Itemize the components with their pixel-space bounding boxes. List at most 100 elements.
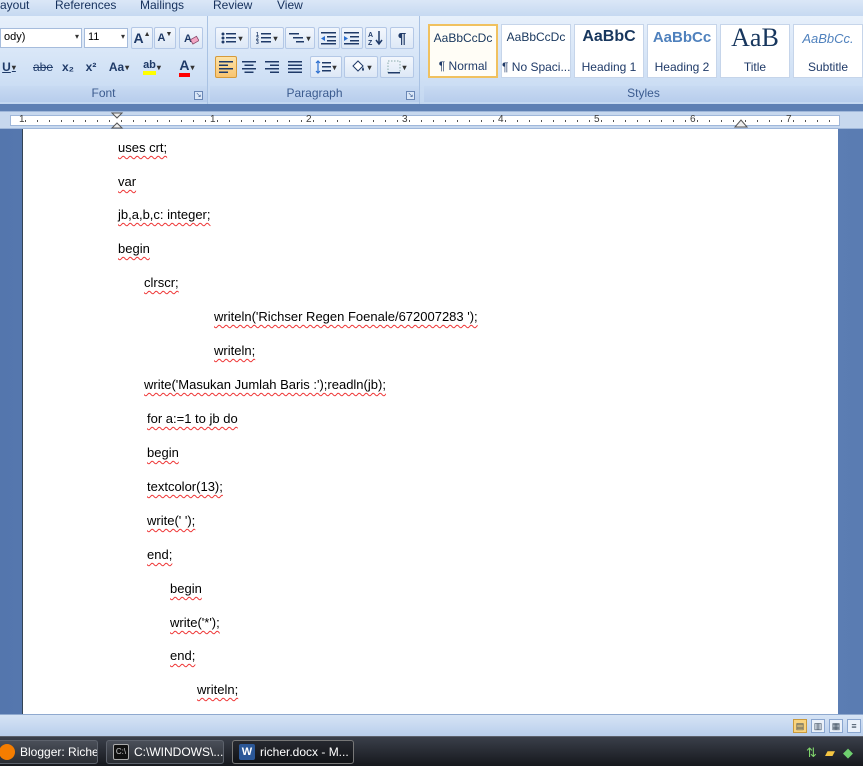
ruler-tick	[421, 120, 422, 122]
taskbar-item-word[interactable]: W richer.docx - M...	[232, 740, 354, 764]
align-right-button[interactable]	[261, 56, 283, 78]
tab-review[interactable]: Review	[213, 0, 252, 12]
font-color-button[interactable]: A ▾	[170, 56, 204, 78]
sort-button[interactable]: AZ	[365, 27, 387, 49]
ruler-tick	[193, 120, 194, 122]
style-no-spacing[interactable]: AaBbCcDc ¶ No Spaci...	[501, 24, 571, 78]
align-center-icon	[242, 61, 256, 73]
document-page[interactable]: uses crt; var jb,a,b,c: integer; begin c…	[22, 129, 838, 714]
full-screen-reading-view-icon[interactable]: ▥	[811, 719, 825, 733]
taskbar-item-blogger[interactable]: Blogger: Riche...	[0, 740, 98, 764]
ruler-tick	[589, 120, 590, 122]
indent-marker-icon[interactable]	[110, 112, 124, 130]
code-line: write('*');	[170, 615, 220, 630]
code-line: writeln('Richser Regen Foenale/672007283…	[214, 309, 478, 324]
ribbon-tab-bar: ayout References Mailings Review View	[0, 0, 863, 16]
ruler-tick	[541, 120, 542, 122]
ruler-bar: 1 1 2 3 4 5 6 7	[10, 114, 840, 126]
ruler-tick	[217, 120, 218, 122]
code-line: begin	[170, 581, 202, 596]
ruler-tick	[25, 120, 26, 122]
horizontal-ruler[interactable]: 1 1 2 3 4 5 6 7	[0, 111, 863, 129]
borders-button[interactable]: ▾	[380, 56, 414, 78]
right-indent-marker-icon[interactable]	[734, 116, 748, 128]
taskbar: Blogger: Riche... C:\ C:\WINDOWS\... W r…	[0, 736, 863, 766]
shrink-font-button[interactable]: A ▼	[154, 27, 176, 49]
code-line: end;	[170, 648, 196, 663]
numbering-button[interactable]: 1 2 3 ▾	[250, 27, 284, 49]
code-line: jb,a,b,c: integer;	[118, 207, 211, 222]
superscript-button[interactable]: x²	[80, 56, 102, 78]
bullets-button[interactable]: ▾	[215, 27, 249, 49]
ruler-tick	[277, 120, 278, 122]
ruler-tick	[265, 120, 266, 122]
network-tray-icon[interactable]: ⇅	[806, 745, 817, 761]
style-heading-2[interactable]: AaBbCc Heading 2	[647, 24, 717, 78]
ruler-tick	[697, 120, 698, 122]
svg-text:A: A	[184, 33, 192, 45]
ruler-number: 1	[19, 114, 25, 125]
ruler-number: 4	[498, 114, 504, 125]
justify-button[interactable]	[284, 56, 306, 78]
ruler-tick	[493, 120, 494, 122]
font-dialog-launcher-icon[interactable]: ↘	[194, 91, 203, 100]
style-normal[interactable]: AaBbCcDc ¶ Normal	[428, 24, 498, 78]
text-highlight-button[interactable]: ab ▾	[136, 56, 168, 78]
multilevel-list-button[interactable]: ▾	[285, 27, 315, 49]
print-layout-view-icon[interactable]: ▤	[793, 719, 807, 733]
folder-tray-icon[interactable]: ▰	[825, 745, 835, 761]
strikethrough-button[interactable]: abe	[30, 56, 56, 78]
numbered-list-icon: 123	[256, 32, 272, 45]
style-title[interactable]: AaB Title	[720, 24, 790, 78]
tab-view[interactable]: View	[277, 0, 303, 12]
font-name-box[interactable]: ody) ▾	[0, 28, 82, 48]
sort-icon: AZ	[368, 31, 383, 46]
font-name-value: ody)	[4, 31, 26, 43]
ruler-tick	[769, 120, 770, 122]
underline-button[interactable]: U ▾	[0, 56, 18, 78]
ruler-tick	[565, 120, 566, 122]
tab-page-layout[interactable]: ayout	[0, 0, 29, 12]
tab-mailings[interactable]: Mailings	[140, 0, 184, 12]
ruler-number: 7	[786, 114, 792, 125]
code-line: begin	[118, 241, 150, 256]
align-left-icon	[219, 61, 233, 73]
align-center-button[interactable]	[238, 56, 260, 78]
show-hide-button[interactable]: ¶	[390, 27, 414, 49]
clear-formatting-button[interactable]: A	[179, 27, 203, 49]
tab-references[interactable]: References	[55, 0, 116, 12]
style-heading-1[interactable]: AaBbC Heading 1	[574, 24, 644, 78]
increase-indent-button[interactable]	[341, 27, 363, 49]
multilevel-list-icon	[289, 33, 305, 43]
style-subtitle[interactable]: AaBbCc. Subtitle	[793, 24, 863, 78]
shading-button[interactable]: ▾	[344, 56, 378, 78]
code-line: writeln;	[214, 343, 256, 358]
paragraph-dialog-launcher-icon[interactable]: ↘	[406, 91, 415, 100]
code-line: begin	[147, 445, 179, 460]
font-size-box[interactable]: 11 ▾	[84, 28, 128, 48]
styles-group-label: Styles	[424, 86, 863, 102]
ruler-tick	[433, 120, 434, 122]
code-line: uses crt;	[118, 140, 168, 155]
subscript-button[interactable]: x₂	[57, 56, 79, 78]
taskbar-item-cmd[interactable]: C:\ C:\WINDOWS\...	[106, 740, 224, 764]
chevron-down-icon: ▾	[74, 32, 79, 41]
clear-formatting-icon: A	[184, 33, 199, 45]
line-spacing-button[interactable]: ▾	[310, 56, 342, 78]
outline-view-icon[interactable]: ≡	[847, 719, 861, 733]
ruler-tick	[289, 120, 290, 122]
ruler-tick	[613, 120, 614, 122]
ruler-tick	[805, 120, 806, 122]
web-layout-view-icon[interactable]: ▦	[829, 719, 843, 733]
align-left-button[interactable]	[215, 56, 237, 78]
code-line: end;	[147, 547, 173, 562]
svg-text:A: A	[368, 32, 373, 39]
ruler-tick	[325, 120, 326, 122]
change-case-button[interactable]: Aa ▾	[104, 56, 134, 78]
grow-font-button[interactable]: A ▲	[131, 27, 153, 49]
ruler-tick	[145, 120, 146, 122]
decrease-indent-button[interactable]	[318, 27, 340, 49]
line-spacing-icon	[316, 60, 332, 74]
security-tray-icon[interactable]: ◆	[843, 745, 853, 761]
ruler-tick	[817, 120, 818, 122]
